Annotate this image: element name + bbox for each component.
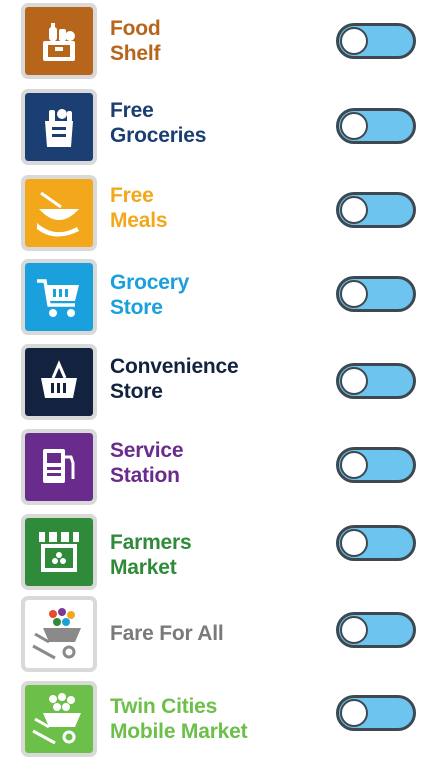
filter-label-line1: Food [110, 17, 161, 40]
meal-bowl-icon [37, 191, 79, 237]
filter-label-line2: Groceries [110, 124, 207, 147]
grocery-bag-icon [45, 109, 73, 147]
produce-wheelbarrow-icon [32, 608, 81, 660]
toggle-knob [340, 280, 368, 308]
filter-label-line1: Free [110, 99, 154, 122]
free-meals-tile [21, 175, 97, 251]
filter-label-line2: Shelf [110, 42, 161, 65]
filter-label: Fare For All [110, 621, 310, 646]
filter-label: Service Station [110, 438, 310, 488]
filter-label: Free Groceries [110, 98, 310, 148]
filter-label: Grocery Store [110, 270, 310, 320]
toggle-knob [340, 451, 368, 479]
fare-for-all-toggle[interactable] [336, 612, 416, 648]
filter-label-line2: Mobile Market [110, 720, 248, 743]
farmers-market-toggle[interactable] [336, 525, 416, 561]
grocery-store-tile [21, 259, 97, 335]
filter-label: Food Shelf [110, 16, 310, 66]
filter-label-line2: Meals [110, 209, 168, 232]
twin-cities-mobile-market-toggle[interactable] [336, 695, 416, 731]
filter-label-line1: Service [110, 439, 184, 462]
filter-label-line1: Twin Cities [110, 695, 218, 718]
filter-label-line2: Station [110, 464, 180, 487]
fare-for-all-tile [21, 596, 97, 672]
food-shelf-icon [43, 23, 75, 61]
toggle-knob [340, 196, 368, 224]
filter-row-service-station: Service Station [0, 429, 436, 509]
shopping-basket-icon [41, 360, 77, 398]
filter-label-line1: Convenience [110, 355, 239, 378]
filter-label: Free Meals [110, 183, 310, 233]
shopping-cart-icon [37, 279, 79, 317]
toggle-knob [340, 529, 368, 557]
toggle-knob [340, 27, 368, 55]
food-shelf-tile [21, 3, 97, 79]
service-station-tile [21, 429, 97, 505]
filter-label: Farmers Market [110, 530, 310, 580]
food-shelf-toggle[interactable] [336, 23, 416, 59]
service-station-toggle[interactable] [336, 447, 416, 483]
market-stall-icon [39, 532, 79, 572]
mobile-market-wheelbarrow-icon [32, 693, 81, 745]
filter-row-convenience-store: Convenience Store [0, 344, 436, 424]
filter-label-line2: Store [110, 296, 163, 319]
filter-label-line2: Store [110, 380, 163, 403]
filter-label-line1: Free [110, 184, 154, 207]
free-groceries-tile [21, 89, 97, 165]
filter-row-free-groceries: Free Groceries [0, 89, 436, 169]
filter-label-line1: Fare For All [110, 622, 224, 645]
twin-cities-mobile-market-tile [21, 681, 97, 757]
filter-row-grocery-store: Grocery Store [0, 259, 436, 339]
free-groceries-toggle[interactable] [336, 108, 416, 144]
filter-row-farmers-market: Farmers Market [0, 514, 436, 594]
toggle-knob [340, 112, 368, 140]
filter-label-line1: Farmers [110, 531, 192, 554]
filter-label-line2: Market [110, 556, 177, 579]
filter-row-free-meals: Free Meals [0, 175, 436, 255]
filter-label: Convenience Store [110, 354, 310, 404]
toggle-knob [340, 699, 368, 727]
filter-row-fare-for-all: Fare For All [0, 596, 436, 676]
grocery-store-toggle[interactable] [336, 276, 416, 312]
filter-row-twin-cities-mobile-market: Twin Cities Mobile Market [0, 681, 436, 761]
fuel-pump-icon [43, 449, 75, 483]
filter-label-line1: Grocery [110, 271, 190, 294]
convenience-store-tile [21, 344, 97, 420]
toggle-knob [340, 616, 368, 644]
convenience-store-toggle[interactable] [336, 363, 416, 399]
filter-label: Twin Cities Mobile Market [110, 694, 310, 744]
farmers-market-tile [21, 514, 97, 590]
free-meals-toggle[interactable] [336, 192, 416, 228]
toggle-knob [340, 367, 368, 395]
filter-row-food-shelf: Food Shelf [0, 3, 436, 83]
